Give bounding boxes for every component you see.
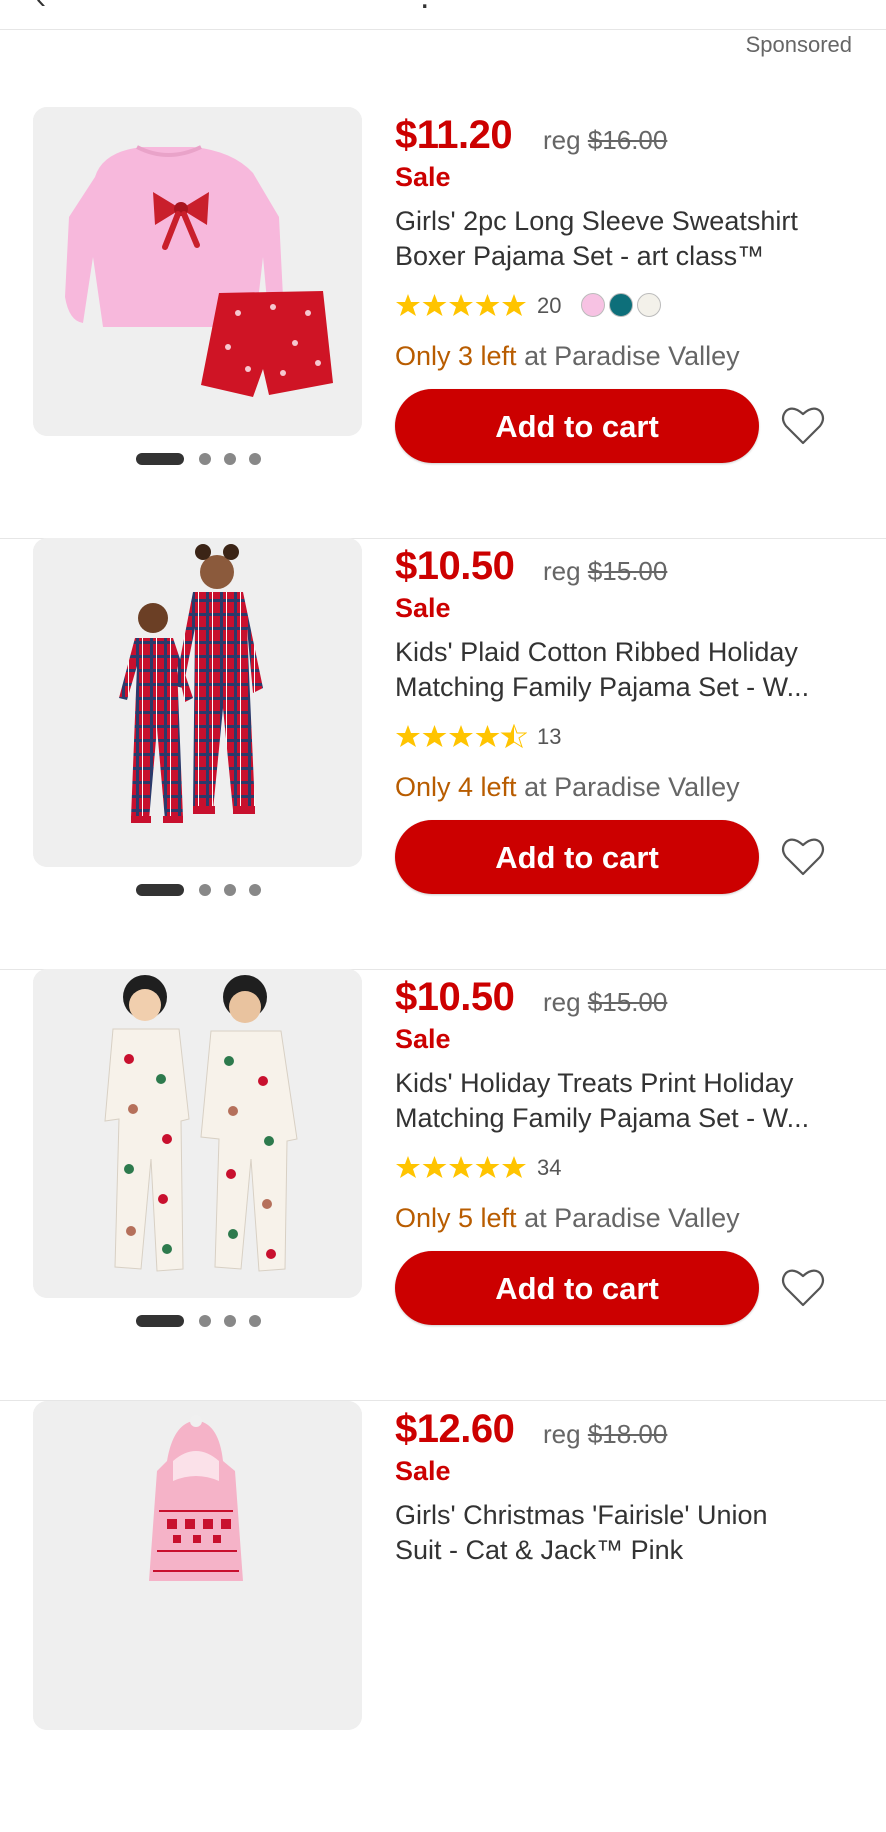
stock-count: Only 3 left xyxy=(395,341,517,371)
product-title[interactable]: Girls' Christmas 'Fairisle' Union Suit -… xyxy=(395,1498,845,1568)
regular-price: reg $18.00 xyxy=(543,1419,667,1450)
plaid-pajama-photo-icon xyxy=(33,538,362,867)
favorite-heart-icon[interactable] xyxy=(781,405,825,447)
carousel-dot[interactable] xyxy=(199,1315,211,1327)
review-count: 20 xyxy=(537,293,562,318)
carousel-dot-active[interactable] xyxy=(136,453,184,465)
color-swatches[interactable] xyxy=(581,293,671,319)
product-card[interactable]: $12.60 reg $18.00 Sale Girls' Christmas … xyxy=(0,1401,886,1832)
carousel-dot-active[interactable] xyxy=(136,884,184,896)
carousel-dot[interactable] xyxy=(224,1315,236,1327)
product-image[interactable] xyxy=(33,107,362,436)
regular-price: reg $16.00 xyxy=(543,125,667,156)
carousel-dot-active[interactable] xyxy=(136,1315,184,1327)
stock-status: Only 3 left at Paradise Valley xyxy=(395,341,740,372)
reg-price-value: $15.00 xyxy=(587,987,668,1017)
carousel-dot[interactable] xyxy=(224,884,236,896)
reg-label: reg xyxy=(543,987,581,1017)
carousel-dot[interactable] xyxy=(199,884,211,896)
swatch-pink[interactable] xyxy=(581,293,605,317)
top-nav-bar: ‹ . xyxy=(0,0,886,30)
union-suit-photo-icon xyxy=(33,1401,362,1730)
sale-badge: Sale xyxy=(395,1456,451,1486)
product-image[interactable] xyxy=(33,969,362,1298)
add-to-cart-button[interactable]: Add to cart xyxy=(395,820,759,894)
sale-badge: Sale xyxy=(395,162,451,192)
product-title[interactable]: Kids' Holiday Treats Print Holiday Match… xyxy=(395,1066,845,1136)
store-location[interactable]: at Paradise Valley xyxy=(517,341,740,371)
sale-badge: Sale xyxy=(395,593,451,623)
stock-status: Only 5 left at Paradise Valley xyxy=(395,1203,740,1234)
store-location[interactable]: at Paradise Valley xyxy=(517,772,740,802)
swatch-cream[interactable] xyxy=(637,293,661,317)
image-carousel-dots[interactable] xyxy=(136,882,266,896)
reg-label: reg xyxy=(543,125,581,155)
favorite-heart-icon[interactable] xyxy=(781,1267,825,1309)
image-carousel-dots[interactable] xyxy=(136,1313,266,1327)
product-title[interactable]: Kids' Plaid Cotton Ribbed Holiday Matchi… xyxy=(395,635,845,705)
holiday-print-pajama-photo-icon xyxy=(33,969,362,1298)
reg-label: reg xyxy=(543,1419,581,1449)
reg-price-value: $18.00 xyxy=(587,1419,668,1449)
reg-price-value: $16.00 xyxy=(587,125,668,155)
sale-price: $11.20 xyxy=(395,113,513,157)
star-rating-icon xyxy=(396,724,527,749)
sale-price: $10.50 xyxy=(395,544,515,588)
search-icon[interactable] xyxy=(812,0,830,4)
favorite-heart-icon[interactable] xyxy=(781,836,825,878)
swatch-teal[interactable] xyxy=(609,293,633,317)
product-image[interactable] xyxy=(33,1401,362,1730)
carousel-dot[interactable] xyxy=(249,884,261,896)
nav-title-fragment: . xyxy=(420,0,429,17)
star-rating-icon xyxy=(396,1156,526,1178)
carousel-dot[interactable] xyxy=(249,453,261,465)
review-count: 13 xyxy=(537,724,562,749)
add-to-cart-button[interactable]: Add to cart xyxy=(395,1251,759,1325)
reg-price-value: $15.00 xyxy=(587,556,668,586)
back-arrow-icon[interactable]: ‹ xyxy=(36,0,46,16)
sale-price: $12.60 xyxy=(395,1407,515,1451)
product-card[interactable]: $11.20 reg $16.00 Sale Girls' 2pc Long S… xyxy=(0,107,886,539)
carousel-dot[interactable] xyxy=(199,453,211,465)
review-count: 34 xyxy=(537,1155,562,1180)
product-title[interactable]: Girls' 2pc Long Sleeve Sweatshirt Boxer … xyxy=(395,204,845,274)
stock-count: Only 4 left xyxy=(395,772,517,802)
star-rating-icon xyxy=(396,294,526,316)
product-card[interactable]: $10.50 reg $15.00 Sale Kids' Holiday Tre… xyxy=(0,969,886,1401)
sale-badge: Sale xyxy=(395,1024,451,1054)
regular-price: reg $15.00 xyxy=(543,556,667,587)
add-to-cart-button[interactable]: Add to cart xyxy=(395,389,759,463)
pajama-set-photo-icon xyxy=(33,107,362,436)
image-carousel-dots[interactable] xyxy=(136,451,266,465)
carousel-dot[interactable] xyxy=(249,1315,261,1327)
sale-price: $10.50 xyxy=(395,975,515,1019)
sponsored-label: Sponsored xyxy=(745,32,852,57)
store-location[interactable]: at Paradise Valley xyxy=(517,1203,740,1233)
product-card[interactable]: $10.50 reg $15.00 Sale Kids' Plaid Cotto… xyxy=(0,538,886,970)
carousel-dot[interactable] xyxy=(224,453,236,465)
regular-price: reg $15.00 xyxy=(543,987,667,1018)
stock-status: Only 4 left at Paradise Valley xyxy=(395,772,740,803)
product-image[interactable] xyxy=(33,538,362,867)
stock-count: Only 5 left xyxy=(395,1203,517,1233)
reg-label: reg xyxy=(543,556,581,586)
